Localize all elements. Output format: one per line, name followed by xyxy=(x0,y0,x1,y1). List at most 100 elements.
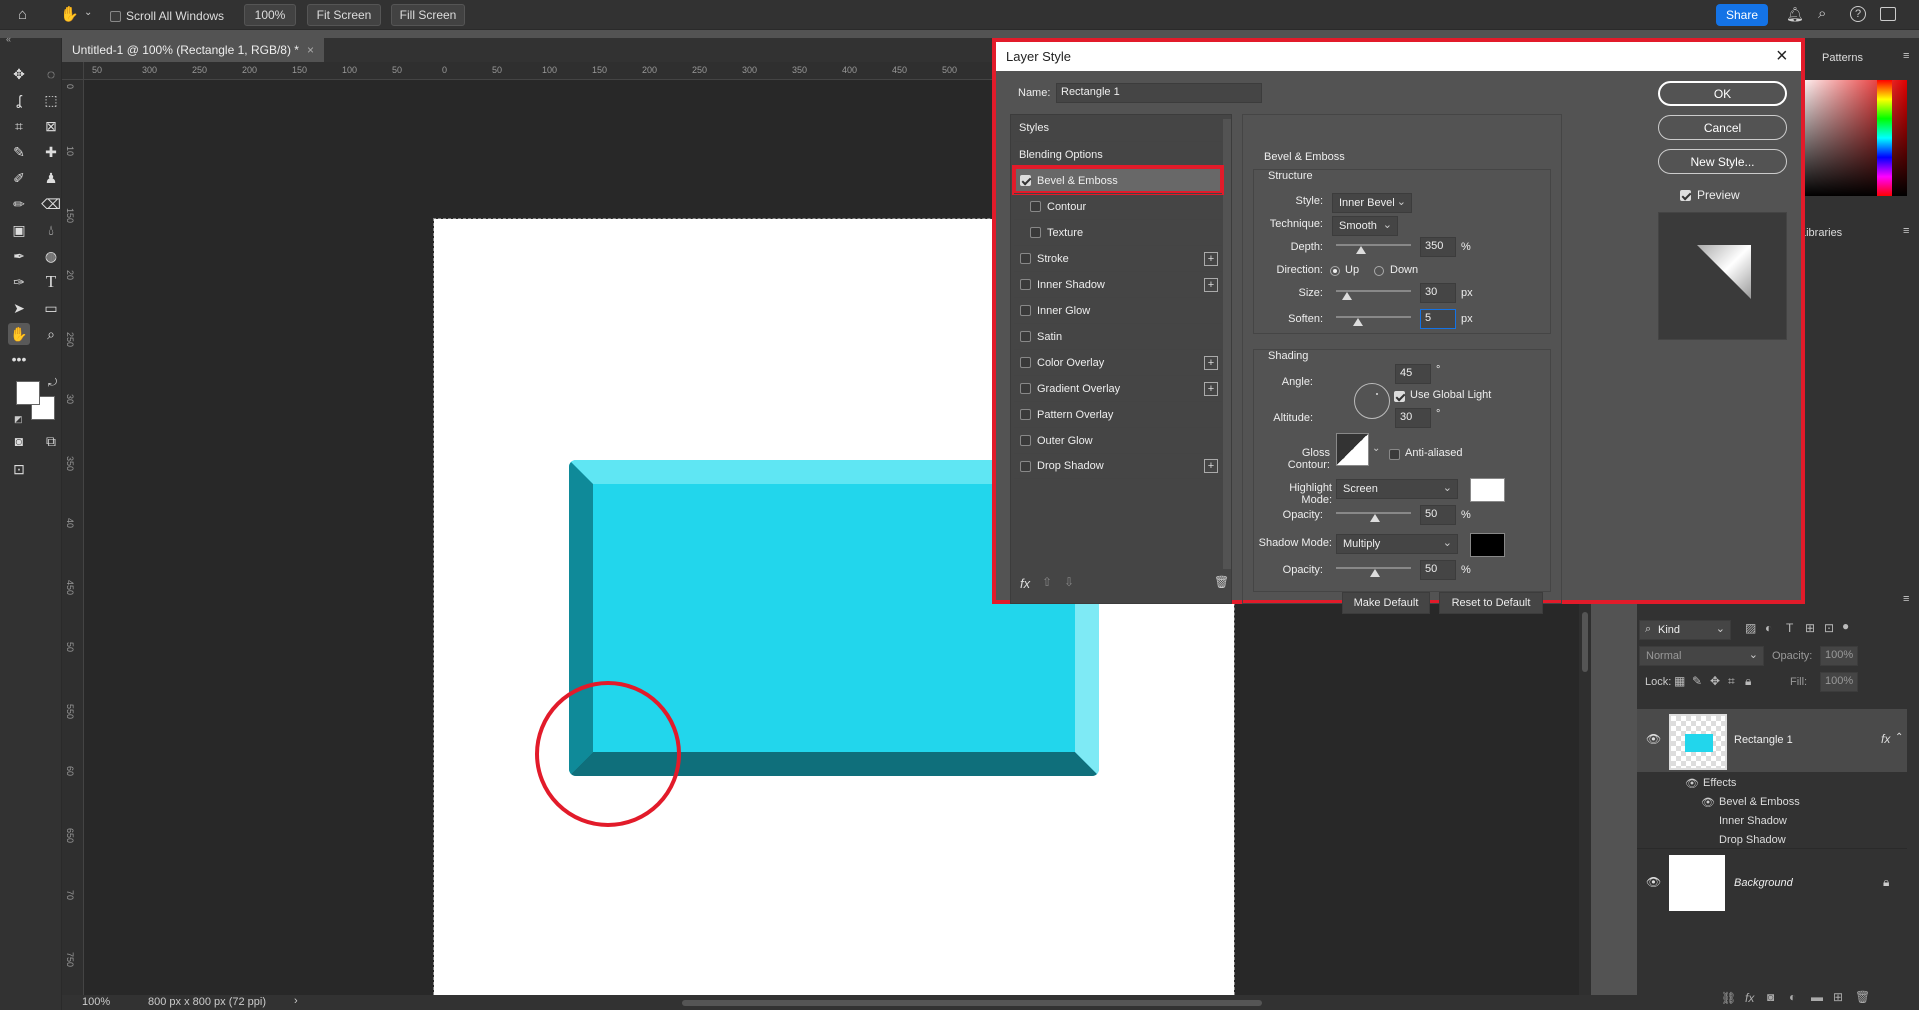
style-item-inner-shadow[interactable]: Inner Shadow + xyxy=(1014,271,1222,297)
visibility-eye-icon[interactable]: 👁︎ xyxy=(1646,732,1661,746)
marquee-tool-icon[interactable]: ◌ xyxy=(40,63,62,85)
angle-field[interactable]: 45 xyxy=(1395,364,1431,384)
style-item-drop-shadow[interactable]: Drop Shadow + xyxy=(1014,453,1222,479)
frame-tool-icon[interactable]: ⊠ xyxy=(40,115,62,137)
group-icon[interactable]: ▬ xyxy=(1811,990,1823,1004)
gloss-contour-dropdown-icon[interactable]: ⌄ xyxy=(1372,443,1380,454)
blend-mode-select[interactable]: Normal xyxy=(1639,646,1764,666)
shadow-color-swatch[interactable] xyxy=(1470,533,1505,557)
object-select-tool-icon[interactable]: ⬚ xyxy=(40,89,62,111)
blur-tool-icon[interactable]: 💧︎ xyxy=(40,219,62,241)
checkbox[interactable] xyxy=(1030,201,1041,212)
add-inner-shadow-icon[interactable]: + xyxy=(1204,277,1218,292)
stamp-tool-icon[interactable]: ♟ xyxy=(40,167,62,189)
size-slider-knob[interactable] xyxy=(1342,292,1352,300)
panel-menu-icon[interactable]: ≡ xyxy=(1903,50,1909,62)
style-item-gradient-overlay[interactable]: Gradient Overlay + xyxy=(1014,375,1222,401)
filter-smart-icon[interactable]: ⊡ xyxy=(1824,621,1834,635)
checkbox[interactable] xyxy=(1020,253,1031,264)
filter-pixel-icon[interactable]: ▨ xyxy=(1745,621,1756,635)
direction-up-radio[interactable] xyxy=(1330,263,1340,277)
lock-transparent-icon[interactable]: ▦ xyxy=(1674,674,1685,688)
style-item-stroke[interactable]: Stroke + xyxy=(1014,245,1222,271)
type-tool-icon[interactable]: T xyxy=(40,271,62,293)
workspace-icon[interactable] xyxy=(1880,7,1896,21)
scroll-all-windows-checkbox[interactable] xyxy=(110,9,121,23)
generative-icon[interactable]: ⊡ xyxy=(8,458,30,480)
hand-tool-icon[interactable]: ✋ xyxy=(60,5,79,23)
shadow-opacity-knob[interactable] xyxy=(1370,569,1380,577)
add-drop-shadow-icon[interactable]: + xyxy=(1204,459,1218,473)
depth-slider-knob[interactable] xyxy=(1356,246,1366,254)
shadow-opacity-field[interactable]: 50 xyxy=(1420,560,1456,580)
move-up-icon[interactable]: ⇧ xyxy=(1042,575,1052,589)
cancel-button[interactable]: Cancel xyxy=(1658,115,1787,140)
fill-screen-button[interactable]: Fill Screen xyxy=(391,4,465,26)
style-item-contour[interactable]: Contour xyxy=(1014,193,1222,219)
global-light-angle-dial[interactable] xyxy=(1354,383,1390,419)
link-layers-icon[interactable]: ⛓︎ xyxy=(1721,991,1736,1005)
horizontal-scrollbar[interactable] xyxy=(682,1000,1262,1006)
move-tool-icon[interactable]: ✥ xyxy=(8,63,30,85)
add-color-overlay-icon[interactable]: + xyxy=(1204,355,1218,370)
depth-slider[interactable] xyxy=(1336,244,1411,246)
effect-inner-shadow[interactable]: Inner Shadow xyxy=(1719,815,1787,827)
use-global-light-checkbox[interactable] xyxy=(1394,389,1405,403)
style-item-color-overlay[interactable]: Color Overlay + xyxy=(1014,349,1222,375)
filter-adjustment-icon[interactable]: ◐ xyxy=(1765,621,1772,635)
gradient-tool-icon[interactable]: ▣ xyxy=(8,219,30,241)
checkbox[interactable] xyxy=(1020,279,1031,290)
quick-mask-icon[interactable]: ◙ xyxy=(8,430,30,452)
foreground-color-swatch[interactable] xyxy=(16,381,40,405)
make-default-button[interactable]: Make Default xyxy=(1342,592,1430,614)
direction-down-radio[interactable] xyxy=(1374,263,1384,277)
help-icon[interactable]: ? xyxy=(1850,6,1866,22)
collapse-icon[interactable]: « xyxy=(6,34,11,44)
effect-bevel-emboss[interactable]: Bevel & Emboss xyxy=(1719,796,1800,808)
soften-field[interactable]: 5 xyxy=(1420,309,1456,329)
kind-filter[interactable]: ⌕ Kind xyxy=(1639,620,1731,640)
soften-slider-knob[interactable] xyxy=(1353,318,1363,326)
layer-name[interactable]: Rectangle 1 xyxy=(1734,734,1793,746)
move-down-icon[interactable]: ⇩ xyxy=(1064,575,1074,589)
eraser-tool-icon[interactable]: ⌫ xyxy=(40,193,62,215)
opacity-field[interactable]: 100% xyxy=(1820,646,1858,666)
style-item-inner-glow[interactable]: Inner Glow xyxy=(1014,297,1222,323)
zoom-field[interactable]: 100% xyxy=(244,4,296,26)
preview-checkbox[interactable] xyxy=(1680,188,1691,202)
visibility-eye-icon[interactable]: 👁︎ xyxy=(1646,875,1661,889)
checkbox[interactable] xyxy=(1020,460,1031,472)
checkbox[interactable] xyxy=(1020,175,1031,186)
crop-tool-icon[interactable]: ⌗ xyxy=(8,115,30,137)
status-chevron-icon[interactable]: › xyxy=(294,995,298,1007)
highlight-opacity-field[interactable]: 50 xyxy=(1420,505,1456,525)
zoom-tool-icon[interactable]: ⌕ xyxy=(40,323,62,345)
highlight-opacity-knob[interactable] xyxy=(1370,514,1380,522)
sponge-tool-icon[interactable]: ◍ xyxy=(40,245,62,267)
pen-tool-icon[interactable]: ✑ xyxy=(8,271,30,293)
altitude-field[interactable]: 30 xyxy=(1395,408,1431,428)
depth-field[interactable]: 350 xyxy=(1420,237,1456,257)
dodge-tool-icon[interactable]: ✒ xyxy=(8,245,30,267)
add-fx-icon[interactable]: fx xyxy=(1745,991,1754,1005)
fit-screen-button[interactable]: Fit Screen xyxy=(307,4,381,26)
style-select[interactable]: Inner Bevel xyxy=(1332,193,1412,213)
delete-layer-icon[interactable]: 🗑︎ xyxy=(1855,990,1870,1004)
effects-eye-icon[interactable]: 👁︎ xyxy=(1685,777,1699,790)
lock-all-icon[interactable]: 🔒︎ xyxy=(1745,674,1751,689)
style-item-satin[interactable]: Satin xyxy=(1014,323,1222,349)
rectangle-tool-icon[interactable]: ▭ xyxy=(40,297,62,319)
name-field[interactable]: Rectangle 1 xyxy=(1056,83,1262,103)
chevron-down-icon[interactable]: ⌄ xyxy=(84,7,92,18)
layer-name[interactable]: Background xyxy=(1734,877,1793,889)
adjustment-layer-icon[interactable]: ◐ xyxy=(1789,990,1796,1004)
fx-menu-icon[interactable]: fx xyxy=(1020,576,1030,591)
highlight-color-swatch[interactable] xyxy=(1470,478,1505,502)
filter-type-icon[interactable]: T xyxy=(1786,621,1793,635)
styles-list-scrollbar[interactable] xyxy=(1223,119,1231,569)
add-stroke-icon[interactable]: + xyxy=(1204,251,1218,266)
lock-position-icon[interactable]: ✥ xyxy=(1710,674,1720,688)
lock-pixels-icon[interactable]: ✎ xyxy=(1692,674,1702,688)
delete-effect-icon[interactable]: 🗑︎ xyxy=(1214,575,1229,589)
add-mask-icon[interactable]: ◙ xyxy=(1767,990,1774,1004)
